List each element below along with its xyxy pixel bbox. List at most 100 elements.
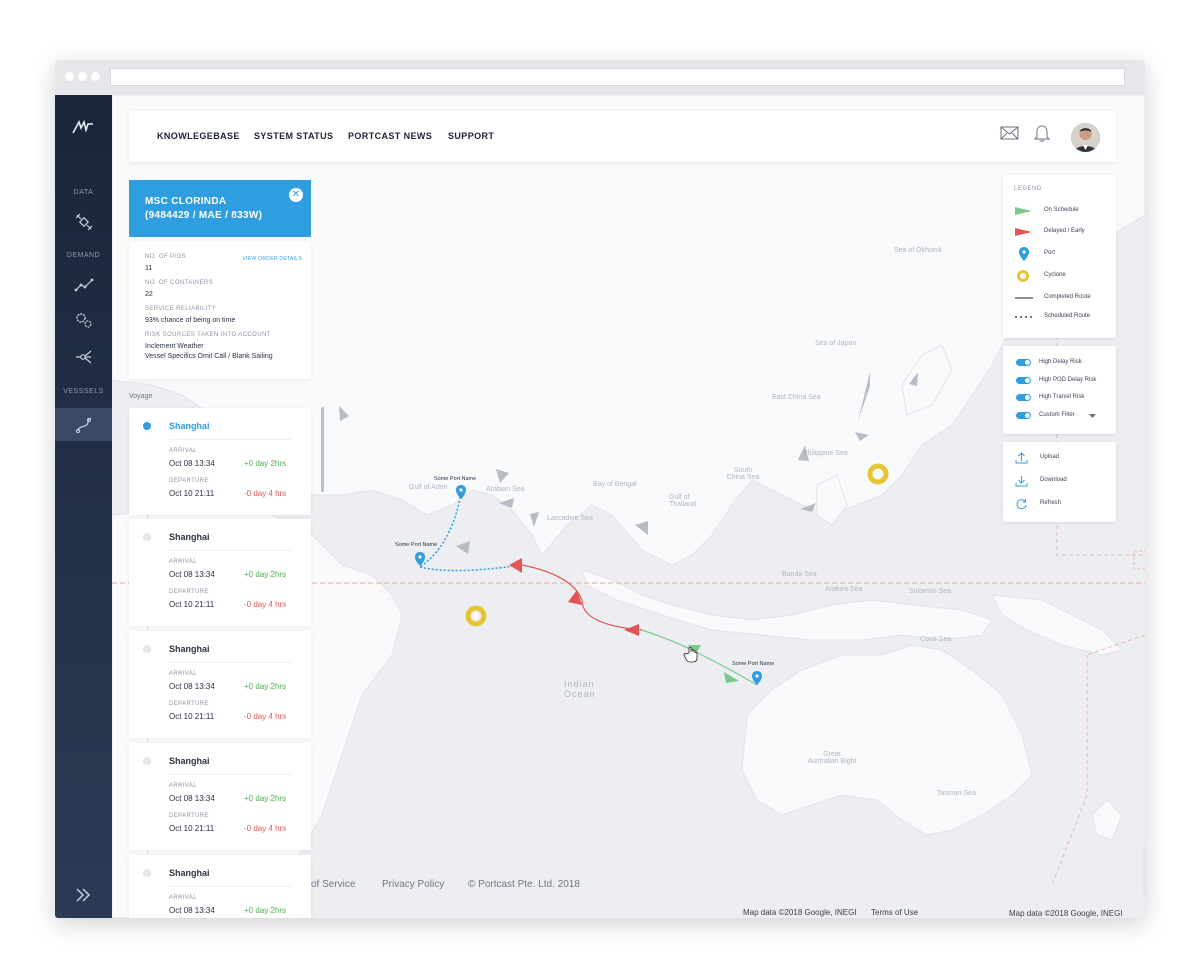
legend-label: Cyclone <box>1044 272 1066 278</box>
stop-port-name: Shanghai <box>169 644 210 654</box>
voyage-stop-card[interactable]: Shanghai ARRIVAL Oct 08 13:34 +0 day 2hr… <box>129 519 311 626</box>
address-bar[interactable] <box>110 68 1125 86</box>
upload-icon <box>1015 452 1028 464</box>
map-label: Sea of Japan <box>815 340 857 347</box>
delayed-icon <box>1015 228 1032 236</box>
timeline-dot <box>143 422 151 430</box>
divider <box>169 662 291 663</box>
legend-item: Cyclone <box>1003 268 1116 284</box>
trend-line-icon[interactable] <box>72 273 96 297</box>
chevron-down-icon[interactable] <box>1089 414 1096 419</box>
map-label: Philippine Sea <box>803 450 848 457</box>
arrival-time: Oct 08 13:34 <box>169 794 215 803</box>
map-attribution: Map data ©2018 Google, INEGI <box>1009 909 1123 918</box>
filter-high-transit-risk[interactable]: High Transit Risk <box>1003 391 1116 405</box>
upload-button[interactable]: Upload <box>1003 450 1116 466</box>
close-icon[interactable]: ✕ <box>289 188 303 202</box>
map-label: Indian Ocean <box>564 679 596 699</box>
top-nav: KNOWLEGEBASE SYSTEM STATUS PORTCAST NEWS… <box>129 111 1116 162</box>
departure-time: Oct 10 21:11 <box>169 712 215 721</box>
detail-label: RISK SOURCES TAKEN INTO ACCOUNT <box>145 332 271 338</box>
filter-label: High Delay Risk <box>1039 359 1082 365</box>
map-label: South China Sea <box>726 467 760 481</box>
detail-value: 11 <box>145 265 153 272</box>
land-indonesia <box>581 569 993 641</box>
terms-of-use-link[interactable]: Terms of Use <box>871 908 918 917</box>
window-control[interactable] <box>65 72 74 81</box>
download-icon <box>1015 476 1028 487</box>
network-icon[interactable] <box>72 345 96 369</box>
filter-high-pod-delay-risk[interactable]: High POD Delay Risk <box>1003 374 1116 388</box>
logo-icon[interactable] <box>71 118 95 141</box>
departure-label: DEPARTURE <box>169 813 210 819</box>
voyage-stop-card[interactable]: Shanghai ARRIVAL Oct 08 13:34 +0 day 2hr… <box>129 408 311 515</box>
arrival-time: Oct 08 13:34 <box>169 682 215 691</box>
window-control[interactable] <box>91 72 100 81</box>
risk-filter-panel: High Delay Risk High POD Delay Risk High… <box>1003 346 1116 434</box>
toggle-switch[interactable] <box>1016 377 1031 384</box>
nav-portcast-news[interactable]: PORTCAST NEWS <box>348 131 432 141</box>
actions-panel: Upload Download Refresh <box>1003 442 1116 522</box>
avatar[interactable] <box>1071 123 1100 152</box>
nav-system-status[interactable]: SYSTEM STATUS <box>254 131 333 141</box>
legend-label: Delayed / Early <box>1044 228 1085 234</box>
view-order-details-link[interactable]: VIEW ORDER DETAILS <box>243 256 302 262</box>
voyage-stop-card[interactable]: Shanghai ARRIVAL Oct 08 13:34 +0 day 2hr… <box>129 743 311 850</box>
detail-label: SERVICE RELIABILITY <box>145 306 217 312</box>
vessel-details-card: VIEW ORDER DETAILS NO. OF P/OS 11 NO. OF… <box>129 242 311 379</box>
chevron-double-right-icon[interactable] <box>75 885 91 908</box>
on-schedule-icon <box>1015 207 1032 215</box>
departure-delta: -0 day 4 hrs <box>244 824 287 833</box>
bell-icon[interactable] <box>1033 124 1051 147</box>
departure-delta: -0 day 4 hrs <box>244 489 287 498</box>
voyage-label: Voyage <box>129 393 153 400</box>
browser-toolbar <box>55 60 1145 95</box>
boundary-line <box>1051 655 1088 886</box>
port-pin-icon <box>1019 247 1029 261</box>
port-label: Some Port Name <box>434 476 477 482</box>
arrival-delta: +0 day 2hrs <box>244 459 287 468</box>
refresh-button[interactable]: Refresh <box>1003 496 1116 512</box>
voyage-stop-card[interactable]: Shanghai ARRIVAL Oct 08 13:34 +0 day 2hr… <box>129 855 311 918</box>
satellite-icon[interactable] <box>72 210 96 234</box>
filter-high-delay-risk[interactable]: High Delay Risk <box>1003 356 1116 370</box>
toggle-switch[interactable] <box>1016 394 1031 401</box>
privacy-link[interactable]: Privacy Policy <box>382 879 444 890</box>
legend-item: Port <box>1003 246 1116 262</box>
port-label: Some Port Name <box>395 542 438 548</box>
toggle-switch[interactable] <box>1016 359 1031 366</box>
arrival-delta: +0 day 2hrs <box>244 794 287 803</box>
refresh-label: Refresh <box>1040 500 1062 506</box>
cyclone-marker <box>867 463 889 485</box>
arrival-delta: +0 day 2hrs <box>244 682 287 691</box>
terms-link[interactable]: of Service <box>311 879 355 890</box>
map-label: Gulf of Thailand <box>669 494 696 508</box>
filter-custom[interactable]: Custom Filter <box>1003 409 1116 423</box>
departure-time: Oct 10 21:11 <box>169 600 215 609</box>
nav-support[interactable]: SUPPORT <box>448 131 494 141</box>
departure-label: DEPARTURE <box>169 478 210 484</box>
delayed-vessel-marker <box>624 624 639 636</box>
map-label: Arafura Sea <box>825 586 863 593</box>
vessel-route-icon[interactable] <box>72 413 96 437</box>
nav-knowledgebase[interactable]: KNOWLEGEBASE <box>157 131 240 141</box>
legend-item: On Schedule <box>1003 203 1116 219</box>
completed-route-icon <box>1015 297 1033 299</box>
port-label: Some Port Name <box>732 661 775 667</box>
arrival-delta: +0 day 2hrs <box>244 906 287 915</box>
download-button[interactable]: Download <box>1003 473 1116 489</box>
window-control[interactable] <box>78 72 87 81</box>
scrollbar[interactable] <box>321 407 324 492</box>
sidebar: DATA DEMAND VESSSELS <box>55 95 112 918</box>
voyage-stop-card[interactable]: Shanghai ARRIVAL Oct 08 13:34 +0 day 2hr… <box>129 631 311 738</box>
map-label: Coral Sea <box>920 636 952 643</box>
boundary-box <box>1133 550 1145 570</box>
departure-time: Oct 10 21:11 <box>169 824 215 833</box>
stop-port-name: Shanghai <box>169 532 210 542</box>
download-label: Download <box>1040 477 1067 483</box>
gears-icon[interactable] <box>72 308 96 332</box>
timeline-dot <box>143 645 151 653</box>
mail-icon[interactable] <box>1000 126 1019 145</box>
map-label: Banda Sea <box>782 571 817 578</box>
toggle-switch[interactable] <box>1016 412 1031 419</box>
